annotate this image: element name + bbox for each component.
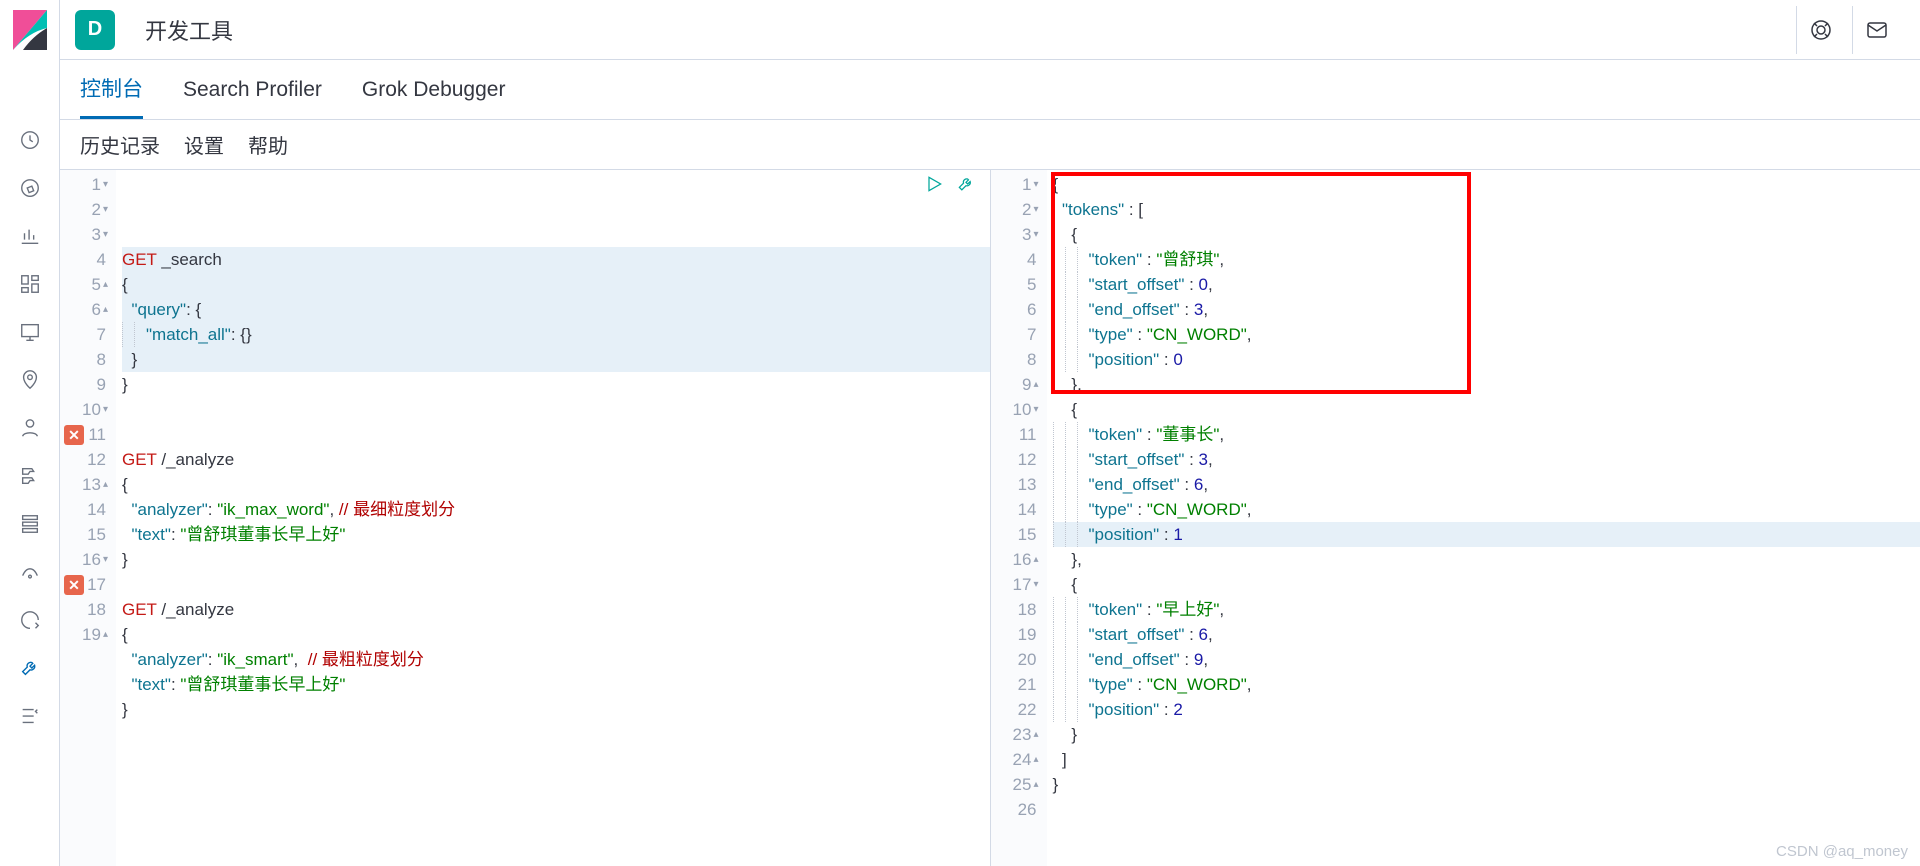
response-gutter: 1▾2▾3▾456789▴10▾111213141516▴17▾18192021… bbox=[991, 170, 1047, 866]
topbar: D 开发工具 bbox=[60, 0, 1920, 60]
divider-handle[interactable]: ⋮⋮ bbox=[991, 518, 997, 546]
dashboard-icon[interactable] bbox=[10, 264, 50, 304]
tab-profiler[interactable]: Search Profiler bbox=[183, 60, 322, 119]
wrench-icon[interactable] bbox=[956, 174, 976, 201]
logs-icon[interactable] bbox=[10, 504, 50, 544]
menubar: 历史记录 设置 帮助 bbox=[60, 120, 1920, 170]
menu-history[interactable]: 历史记录 bbox=[80, 130, 160, 159]
app-badge: D bbox=[75, 10, 115, 50]
kibana-logo[interactable] bbox=[0, 0, 60, 60]
management-icon[interactable] bbox=[10, 696, 50, 736]
response-code[interactable]: { "tokens" : [ {"token" : "曾舒琪","start_o… bbox=[1047, 170, 1920, 866]
watermark: CSDN @aq_money bbox=[1776, 843, 1908, 860]
content: 1▾2▾3▾45▴6▴78910▾111213▴141516▾171819▴ G… bbox=[60, 170, 1920, 866]
subtabs: 控制台 Search Profiler Grok Debugger bbox=[60, 60, 1920, 120]
devtools-icon[interactable] bbox=[10, 648, 50, 688]
error-marker[interactable]: ✕ bbox=[64, 425, 84, 445]
discover-icon[interactable] bbox=[10, 168, 50, 208]
menu-settings[interactable]: 设置 bbox=[184, 130, 224, 159]
canvas-icon[interactable] bbox=[10, 312, 50, 352]
sidebar-nav bbox=[10, 60, 50, 866]
help-icon[interactable] bbox=[1796, 6, 1844, 54]
request-gutter: 1▾2▾3▾45▴6▴78910▾111213▴141516▾171819▴ bbox=[60, 170, 116, 866]
apm-icon[interactable] bbox=[10, 552, 50, 592]
request-code[interactable]: GET _search{ "query": {"match_all": {} }… bbox=[116, 170, 990, 866]
uptime-icon[interactable] bbox=[10, 600, 50, 640]
request-pane[interactable]: 1▾2▾3▾45▴6▴78910▾111213▴141516▾171819▴ G… bbox=[60, 170, 991, 866]
ml-icon[interactable] bbox=[10, 408, 50, 448]
maps-icon[interactable] bbox=[10, 360, 50, 400]
visualize-icon[interactable] bbox=[10, 216, 50, 256]
tab-console[interactable]: 控制台 bbox=[80, 60, 143, 119]
infra-icon[interactable] bbox=[10, 456, 50, 496]
response-pane[interactable]: ⋮⋮ 1▾2▾3▾456789▴10▾111213141516▴17▾18192… bbox=[991, 170, 1920, 866]
run-icon[interactable] bbox=[924, 174, 944, 201]
feedback-icon[interactable] bbox=[1852, 6, 1900, 54]
main: D 开发工具 控制台 Search Profiler Grok Debugger… bbox=[60, 0, 1920, 866]
error-marker[interactable]: ✕ bbox=[64, 575, 84, 595]
sidebar bbox=[0, 0, 60, 866]
run-toolbar bbox=[924, 174, 976, 201]
page-title: 开发工具 bbox=[145, 14, 233, 46]
recent-icon[interactable] bbox=[10, 120, 50, 160]
tab-grok[interactable]: Grok Debugger bbox=[362, 60, 506, 119]
menu-help[interactable]: 帮助 bbox=[248, 130, 288, 159]
